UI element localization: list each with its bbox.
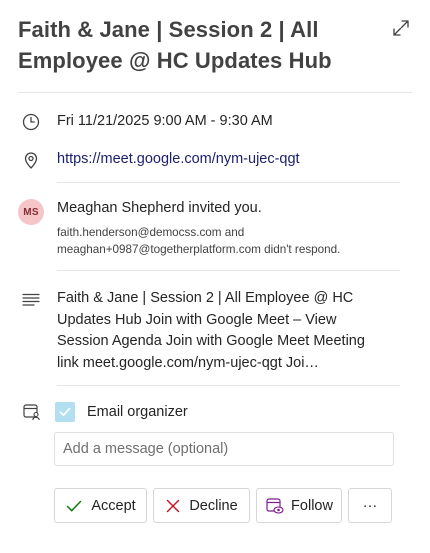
follow-button[interactable]: Follow xyxy=(256,488,342,523)
follow-label: Follow xyxy=(291,497,333,514)
checkmark-icon xyxy=(65,497,83,515)
checkmark-icon xyxy=(59,407,71,416)
accept-label: Accept xyxy=(91,497,136,514)
expand-icon[interactable] xyxy=(391,18,411,38)
more-options-label: ··· xyxy=(362,497,378,514)
more-options-button[interactable]: ··· xyxy=(348,488,392,523)
event-title: Faith & Jane | Session 2 | All Employee … xyxy=(18,17,332,73)
divider xyxy=(18,92,412,93)
invited-text: Meaghan Shepherd invited you. xyxy=(57,200,262,216)
email-organizer-label[interactable]: Email organizer xyxy=(87,404,188,420)
decline-label: Decline xyxy=(189,497,238,514)
calendar-person-icon xyxy=(22,402,42,422)
meeting-link[interactable]: https://meet.google.com/nym-ujec-qgt xyxy=(57,151,300,167)
divider xyxy=(57,385,400,386)
location-pin-icon xyxy=(21,150,41,170)
divider xyxy=(57,182,400,183)
response-status-line: faith.henderson@democss.com and xyxy=(57,226,245,239)
event-datetime: Fri 11/21/2025 9:00 AM - 9:30 AM xyxy=(57,113,273,129)
response-status-line: meaghan+0987@togetherplatform.com didn't… xyxy=(57,243,341,256)
notes-icon xyxy=(21,290,41,310)
decline-button[interactable]: Decline xyxy=(153,488,250,523)
message-input[interactable] xyxy=(54,432,394,466)
calendar-eye-icon xyxy=(265,496,285,516)
x-icon xyxy=(165,498,181,514)
event-description[interactable]: Faith & Jane | Session 2 | All Employee … xyxy=(57,288,387,374)
accept-button[interactable]: Accept xyxy=(54,488,147,523)
clock-icon xyxy=(21,112,41,132)
email-organizer-checkbox[interactable] xyxy=(55,402,75,422)
response-status: faith.henderson@democss.com and meaghan+… xyxy=(57,224,417,258)
avatar: MS xyxy=(18,199,44,225)
divider xyxy=(57,270,400,271)
